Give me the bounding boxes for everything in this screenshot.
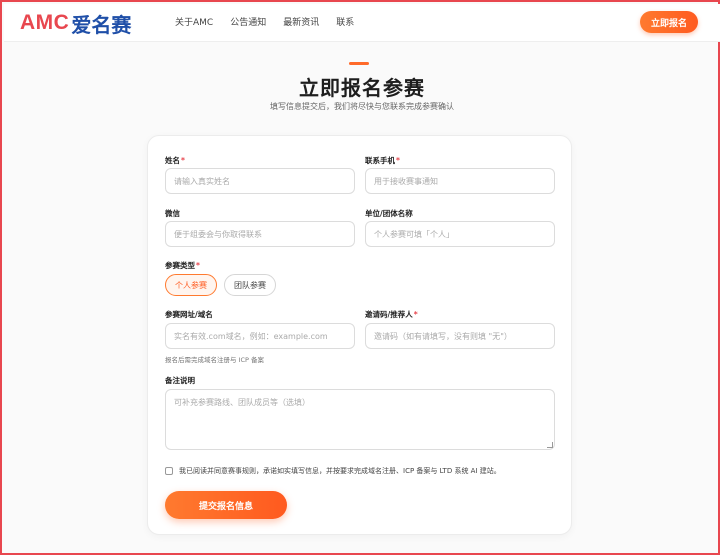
site-label: 参赛网址/域名 [165,310,213,319]
page-frame: AMC 爱名赛 关于AMC 公告通知 最新资讯 联系 立即报名 立即报名参赛 填… [0,0,720,555]
notes-textarea[interactable] [165,389,555,450]
submit-button[interactable]: 提交报名信息 [165,491,287,519]
invite-label-text: 邀请码/推荐人 [365,310,413,319]
agreement-row: 我已阅读并同意赛事规则，承诺如实填写信息，并按要求完成域名注册、ICP 备案与 … [165,466,501,476]
invite-input[interactable] [365,323,555,349]
phone-input[interactable] [365,168,555,194]
registration-form-card: 姓名* 联系手机* 微信 单位/团体名称 参赛类型* 个人参赛 团队参赛 参赛网… [147,135,572,535]
name-input[interactable] [165,168,355,194]
org-input[interactable] [365,221,555,247]
header-register-button[interactable]: 立即报名 [640,11,698,33]
name-label-text: 姓名 [165,156,180,165]
page-subtitle: 填写信息提交后，我们将尽快与您联系完成参赛确认 [270,102,454,111]
type-option-individual[interactable]: 个人参赛 [165,274,217,296]
nav-item-news[interactable]: 最新资讯 [283,15,319,28]
site-logo[interactable]: AMC 爱名赛 [20,9,131,37]
type-label-text: 参赛类型 [165,261,195,270]
agree-checkbox[interactable] [165,467,173,475]
notes-label: 备注说明 [165,376,195,385]
title-accent-bar [349,62,369,65]
phone-label-text: 联系手机 [365,156,395,165]
required-mark: * [413,310,418,319]
logo-cn: 爱名赛 [71,12,132,37]
invite-label: 邀请码/推荐人* [365,309,418,320]
logo-latin: AMC [20,11,70,34]
type-option-team[interactable]: 团队参赛 [224,274,276,296]
resize-handle-icon[interactable] [547,442,553,448]
site-hint: 报名后需完成域名注册与 ICP 备案 [165,356,265,364]
top-header: AMC 爱名赛 关于AMC 公告通知 最新资讯 联系 立即报名 [4,4,720,42]
wechat-label: 微信 [165,209,180,218]
org-label: 单位/团体名称 [365,209,413,218]
wechat-input[interactable] [165,221,355,247]
nav-item-contact[interactable]: 联系 [336,15,354,28]
required-mark: * [181,156,185,165]
nav-item-notices[interactable]: 公告通知 [230,15,266,28]
required-mark: * [396,156,400,165]
main-nav: 关于AMC 公告通知 最新资讯 联系 [175,15,371,28]
site-input[interactable] [165,323,355,349]
type-label: 参赛类型* [165,260,200,271]
required-mark: * [196,261,200,270]
name-label: 姓名* [165,155,185,166]
agree-text[interactable]: 我已阅读并同意赛事规则，承诺如实填写信息，并按要求完成域名注册、ICP 备案与 … [179,466,501,476]
phone-label: 联系手机* [365,155,400,166]
nav-item-about[interactable]: 关于AMC [175,15,213,28]
page-title: 立即报名参赛 [299,76,425,100]
